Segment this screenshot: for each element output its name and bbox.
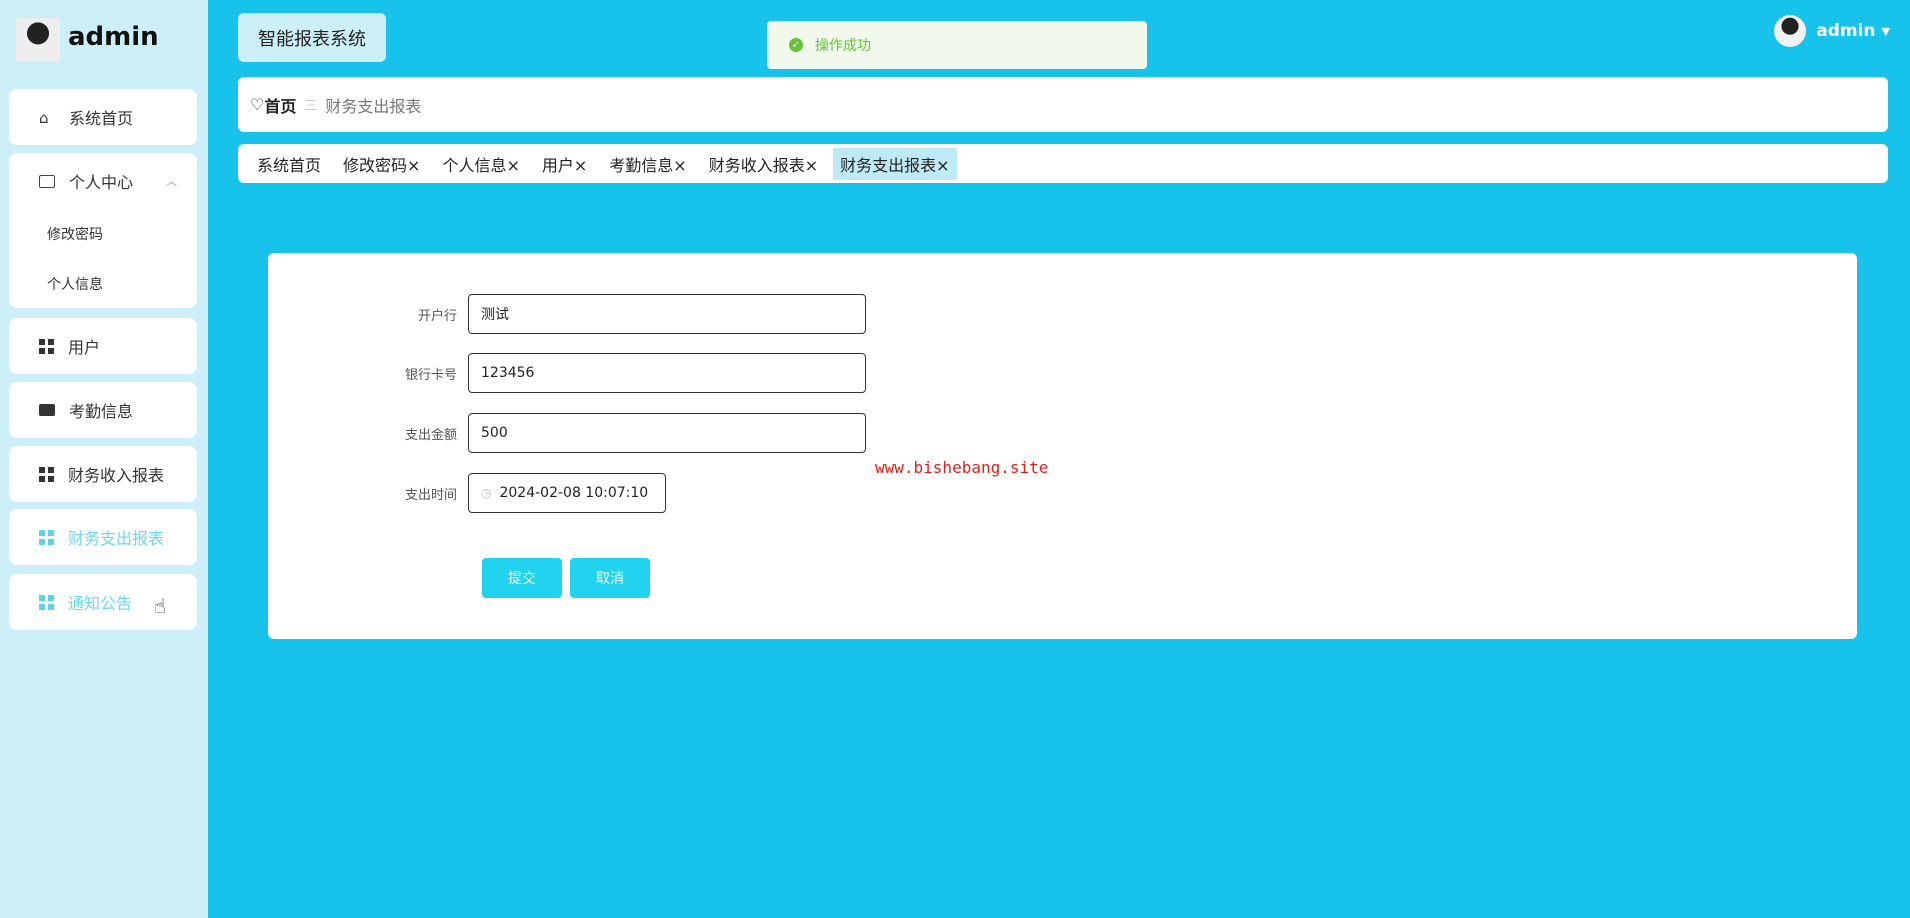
- sidebar-item-label: 财务支出报表: [68, 529, 165, 548]
- caret-down-icon: ▼: [1881, 24, 1890, 38]
- field-label: 支出金额: [404, 427, 457, 443]
- sidebar-subitem-change-password[interactable]: 修改密码: [9, 209, 197, 259]
- field-label: 支出时间: [404, 487, 457, 503]
- avatar: [16, 18, 60, 62]
- tab-bar: 系统首页 修改密码× 个人信息× 用户× 考勤信息× 财务收入报表× 财务支出报…: [238, 144, 1888, 183]
- breadcrumb-current: 财务支出报表: [325, 96, 422, 116]
- close-icon[interactable]: ×: [574, 156, 587, 175]
- submit-button[interactable]: 提交: [482, 558, 562, 598]
- close-icon[interactable]: ×: [673, 156, 686, 175]
- field-amount: 支出金额 500: [268, 413, 866, 453]
- sidebar-group-personal: 个人中心 ︿ 修改密码 个人信息: [9, 153, 197, 308]
- field-bank: 开户行 测试: [268, 294, 866, 334]
- home-icon: ⌂: [39, 109, 49, 127]
- tab-personal-info[interactable]: 个人信息×: [435, 148, 526, 180]
- success-toast: ✓ 操作成功: [767, 21, 1147, 69]
- sidebar-item-expense-report[interactable]: 财务支出报表: [9, 509, 197, 565]
- toast-message: 操作成功: [815, 38, 871, 54]
- sidebar-item-label: 通知公告: [68, 594, 133, 613]
- system-title: 智能报表系统: [238, 13, 386, 62]
- sidebar-item-label: 个人中心: [69, 173, 134, 192]
- sidebar-item-users[interactable]: 用户: [9, 318, 197, 374]
- chevron-up-icon: ︿: [166, 175, 177, 188]
- close-icon[interactable]: ×: [936, 156, 949, 175]
- close-icon[interactable]: ×: [506, 156, 519, 175]
- tab-attendance[interactable]: 考勤信息×: [602, 148, 693, 180]
- clock-icon: ◷: [481, 486, 492, 500]
- tab-home[interactable]: 系统首页: [250, 148, 328, 180]
- user-name: admin: [1816, 21, 1876, 41]
- cancel-button[interactable]: 取消: [570, 558, 650, 598]
- grid-icon: [39, 338, 54, 354]
- sidebar-item-home[interactable]: ⌂ 系统首页: [9, 89, 197, 145]
- sidebar-item-attendance[interactable]: 考勤信息: [9, 382, 197, 438]
- tab-income-report[interactable]: 财务收入报表×: [702, 148, 825, 180]
- time-picker[interactable]: ◷ 2024-02-08 10:07:10: [468, 473, 666, 513]
- grid-icon: [39, 529, 54, 545]
- tab-users[interactable]: 用户×: [535, 148, 594, 180]
- bank-input[interactable]: 测试: [468, 294, 866, 334]
- sidebar-item-label: 财务收入报表: [68, 466, 165, 485]
- field-label: 银行卡号: [404, 367, 457, 383]
- sidebar-item-label: 考勤信息: [69, 402, 134, 421]
- wallet-icon: [39, 404, 55, 416]
- sidebar-item-label: 系统首页: [69, 109, 134, 128]
- close-icon[interactable]: ×: [407, 156, 420, 175]
- tab-expense-report[interactable]: 财务支出报表×: [833, 147, 957, 180]
- field-label: 开户行: [417, 308, 457, 324]
- breadcrumb: ♡ 首页 三 财务支出报表: [238, 77, 1888, 132]
- sidebar-subitem-personal-info[interactable]: 个人信息: [9, 259, 197, 309]
- grid-icon: [39, 594, 54, 610]
- tab-change-password[interactable]: 修改密码×: [336, 148, 427, 180]
- sidebar-item-income-report[interactable]: 财务收入报表: [9, 446, 197, 502]
- close-icon[interactable]: ×: [805, 156, 818, 175]
- card-icon: [39, 174, 55, 188]
- sidebar-item-personal-center[interactable]: 个人中心 ︿: [9, 153, 197, 209]
- grid-icon: [39, 466, 54, 482]
- breadcrumb-separator: 三: [304, 99, 318, 114]
- watermark: www.bishebang.site: [875, 458, 1049, 477]
- user-menu[interactable]: admin ▼: [1774, 15, 1890, 47]
- breadcrumb-home[interactable]: 首页: [264, 93, 296, 117]
- avatar: [1774, 15, 1807, 47]
- amount-input[interactable]: 500: [468, 413, 866, 453]
- sidebar-user-name: admin: [68, 22, 159, 52]
- hand-cursor-icon: ☝: [154, 594, 167, 618]
- sidebar-item-label: 用户: [68, 338, 101, 357]
- sidebar: admin ⌂ 系统首页 个人中心 ︿ 修改密码 个人信息 用户 考勤信息 财务收入…: [0, 0, 208, 918]
- heart-icon: ♡: [250, 95, 265, 114]
- card-number-input[interactable]: 123456: [468, 353, 866, 393]
- expense-form: 开户行 测试 银行卡号 123456 支出金额 500 支出时间 ◷ 2024-0…: [268, 253, 1857, 639]
- sidebar-item-notices[interactable]: 通知公告 ☝: [9, 574, 197, 630]
- field-time: 支出时间 ◷ 2024-02-08 10:07:10: [268, 473, 666, 513]
- field-card-number: 银行卡号 123456: [268, 353, 866, 393]
- check-circle-icon: ✓: [789, 38, 803, 52]
- time-value: 2024-02-08 10:07:10: [499, 485, 649, 501]
